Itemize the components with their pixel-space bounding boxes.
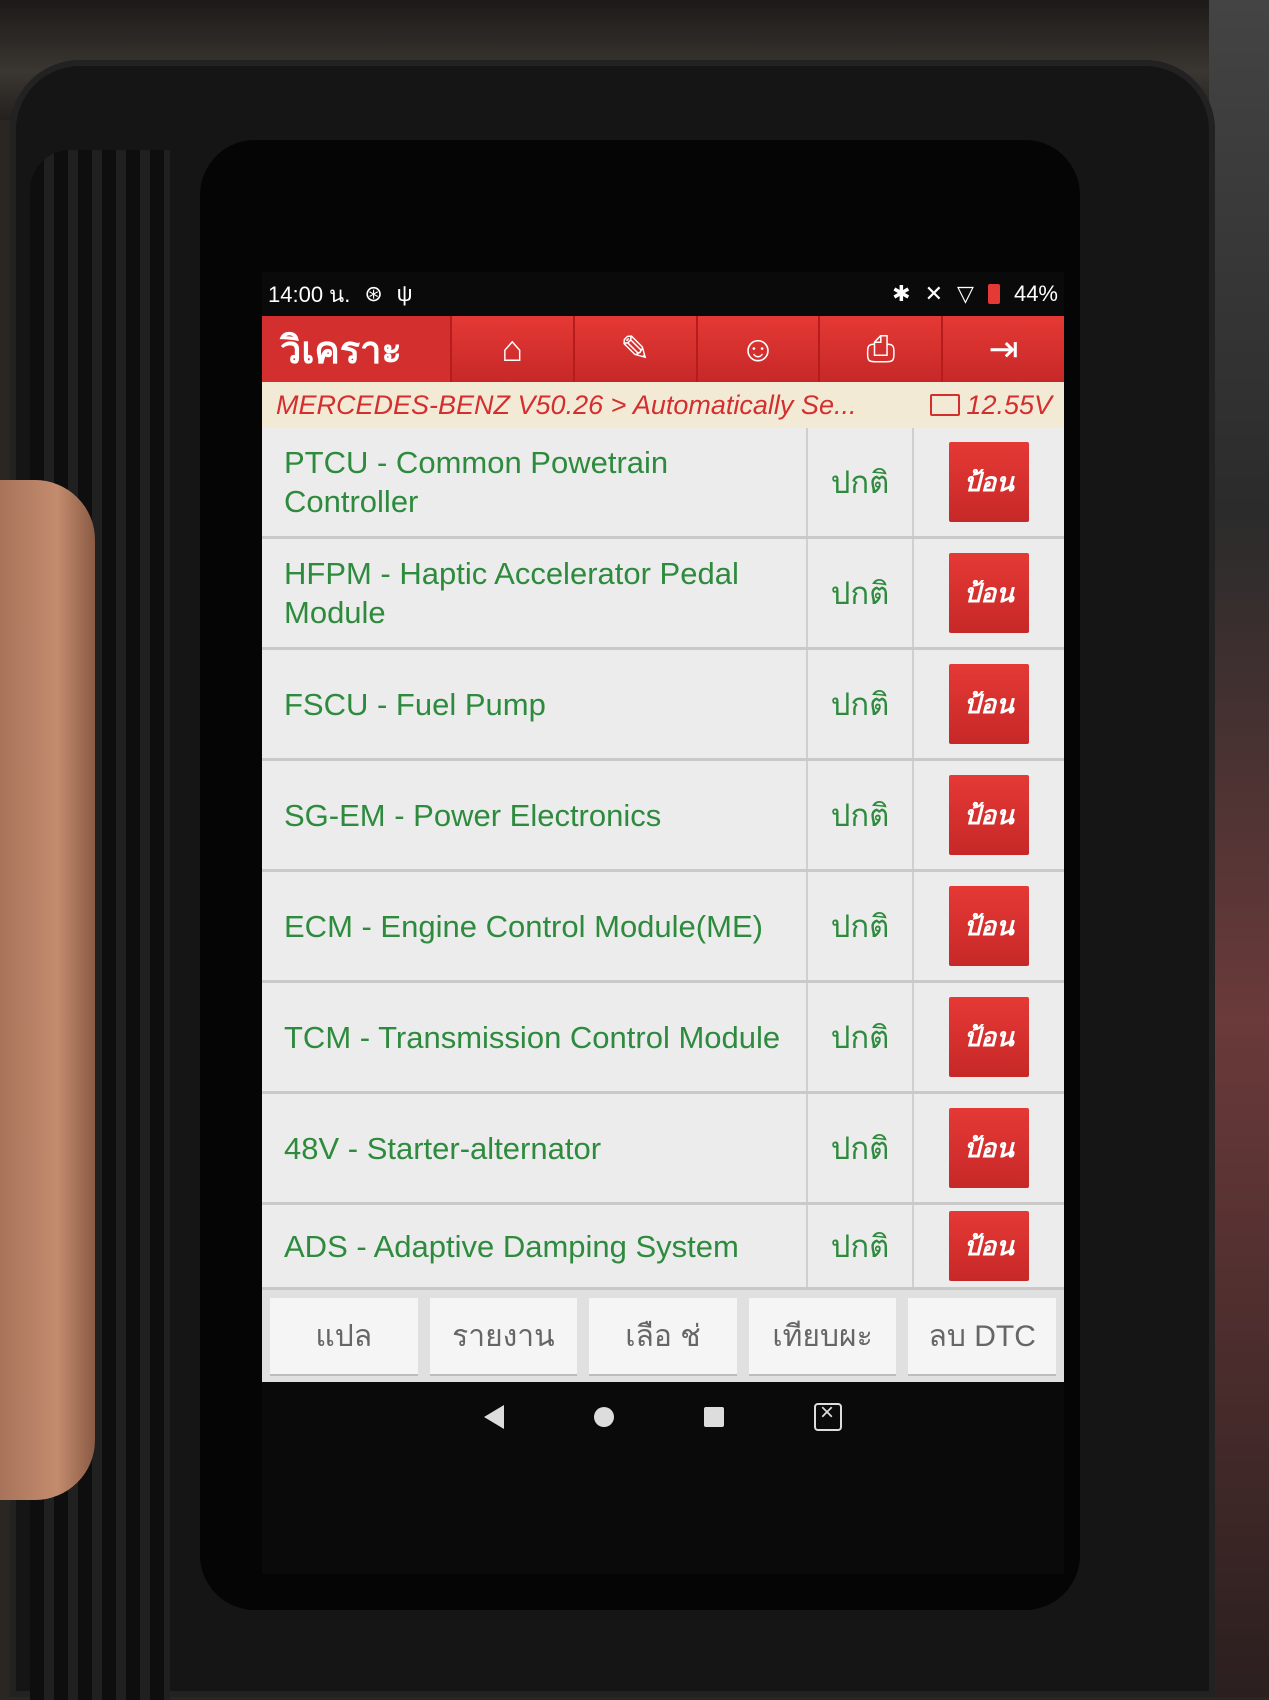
report-button[interactable]: รายงาน — [429, 1298, 578, 1374]
module-status: ปกติ — [808, 650, 914, 758]
mute-icon: ✕ — [924, 281, 944, 306]
app-title: วิเคราะ — [280, 329, 402, 372]
battery-voltage-icon — [930, 394, 961, 416]
enter-button[interactable]: ป้อน — [949, 886, 1029, 966]
battery-icon — [987, 284, 1000, 304]
enter-button[interactable]: ป้อน — [949, 1108, 1029, 1188]
home-icon: ⌂ — [501, 328, 524, 369]
table-row: ECM - Engine Control Module(ME) ปกติ ป้อ… — [262, 872, 1064, 983]
module-name: FSCU - Fuel Pump — [262, 650, 808, 758]
translate-button[interactable]: แปล — [270, 1298, 418, 1374]
table-row: SG-EM - Power Electronics ปกติ ป้อน — [262, 761, 1064, 872]
table-row: 48V - Starter-alternator ปกติ ป้อน — [262, 1094, 1064, 1205]
module-status: ปกติ — [808, 1094, 914, 1202]
print-button[interactable]: ⎙ — [818, 316, 942, 382]
voltage-readout: 12.55V — [930, 390, 1052, 421]
battery-level: 44% — [1013, 281, 1058, 306]
status-bar: 14:00 น. ⊛ ψ ✱ ✕ ▽ 44% — [262, 272, 1064, 316]
module-status: ปกติ — [808, 872, 914, 980]
screenshot-icon[interactable] — [814, 1399, 842, 1431]
edit-icon: ✎ — [620, 328, 651, 369]
home-nav-icon[interactable] — [594, 1407, 614, 1427]
exit-icon: ⇥ — [988, 328, 1019, 369]
wifi-icon: ▽ — [957, 281, 974, 306]
select-button[interactable]: เลือ ช่ — [589, 1298, 737, 1374]
enter-button[interactable]: ป้อน — [949, 775, 1029, 855]
background-right — [1209, 0, 1269, 1697]
android-nav-bar — [262, 1382, 1064, 1452]
print-icon: ⎙ — [866, 327, 896, 369]
table-row: ADS - Adaptive Damping System ปกติ ป้อน — [262, 1205, 1064, 1290]
enter-button[interactable]: ป้อน — [949, 1211, 1029, 1281]
compare-button[interactable]: เทียบผะ — [748, 1298, 897, 1374]
breadcrumb-bar: MERCEDES-BENZ V50.26 > Automatically Se.… — [262, 382, 1064, 428]
module-list: PTCU - Common Powetrain Controller ปกติ … — [262, 428, 1064, 1290]
table-row: HFPM - Haptic Accelerator Pedal Module ป… — [262, 539, 1064, 650]
enter-button[interactable]: ป้อน — [949, 664, 1029, 744]
module-status: ปกติ — [808, 761, 914, 869]
module-status: ปกติ — [808, 428, 914, 536]
hand — [0, 480, 95, 1500]
table-row: TCM - Transmission Control Module ปกติ ป… — [262, 983, 1064, 1094]
tablet-screen: 14:00 น. ⊛ ψ ✱ ✕ ▽ 44% วิเคราะ ⌂ ✎ ☺ ⎙ ⇥… — [262, 272, 1064, 1574]
enter-button[interactable]: ป้อน — [949, 553, 1029, 633]
voltage-value: 12.55V — [966, 389, 1052, 420]
usb-icon: ψ — [396, 281, 413, 306]
enter-button[interactable]: ป้อน — [949, 442, 1029, 522]
user-button[interactable]: ☺ — [695, 316, 819, 382]
module-status: ปกติ — [808, 1205, 914, 1287]
table-row: FSCU - Fuel Pump ปกติ ป้อน — [262, 650, 1064, 761]
module-name: TCM - Transmission Control Module — [262, 983, 808, 1091]
breadcrumb: MERCEDES-BENZ V50.26 > Automatically Se.… — [276, 389, 857, 420]
module-name: HFPM - Haptic Accelerator Pedal Module — [262, 539, 808, 647]
bottom-toolbar: แปล รายงาน เลือ ช่ เทียบผะ ลบ DTC — [262, 1290, 1064, 1382]
user-icon: ☺ — [739, 328, 777, 369]
recent-apps-icon[interactable] — [704, 1407, 724, 1427]
home-button[interactable]: ⌂ — [450, 316, 573, 382]
module-status: ปกติ — [808, 539, 914, 647]
clear-dtc-button[interactable]: ลบ DTC — [908, 1298, 1056, 1374]
module-name: SG-EM - Power Electronics — [262, 761, 808, 869]
exit-button[interactable]: ⇥ — [941, 316, 1064, 382]
module-name: ADS - Adaptive Damping System — [262, 1205, 808, 1287]
module-name: PTCU - Common Powetrain Controller — [262, 428, 808, 536]
edit-button[interactable]: ✎ — [572, 316, 696, 382]
module-name: 48V - Starter-alternator — [262, 1094, 808, 1202]
table-row: PTCU - Common Powetrain Controller ปกติ … — [262, 428, 1064, 539]
bluetooth-icon: ✱ — [892, 281, 911, 306]
module-name: ECM - Engine Control Module(ME) — [262, 872, 808, 980]
enter-button[interactable]: ป้อน — [949, 997, 1029, 1077]
alarm-icon: ⊛ — [364, 281, 383, 306]
back-icon[interactable] — [484, 1405, 504, 1429]
clock: 14:00 น. — [268, 281, 351, 307]
app-toolbar: วิเคราะ ⌂ ✎ ☺ ⎙ ⇥ — [262, 316, 1064, 382]
module-status: ปกติ — [808, 983, 914, 1091]
